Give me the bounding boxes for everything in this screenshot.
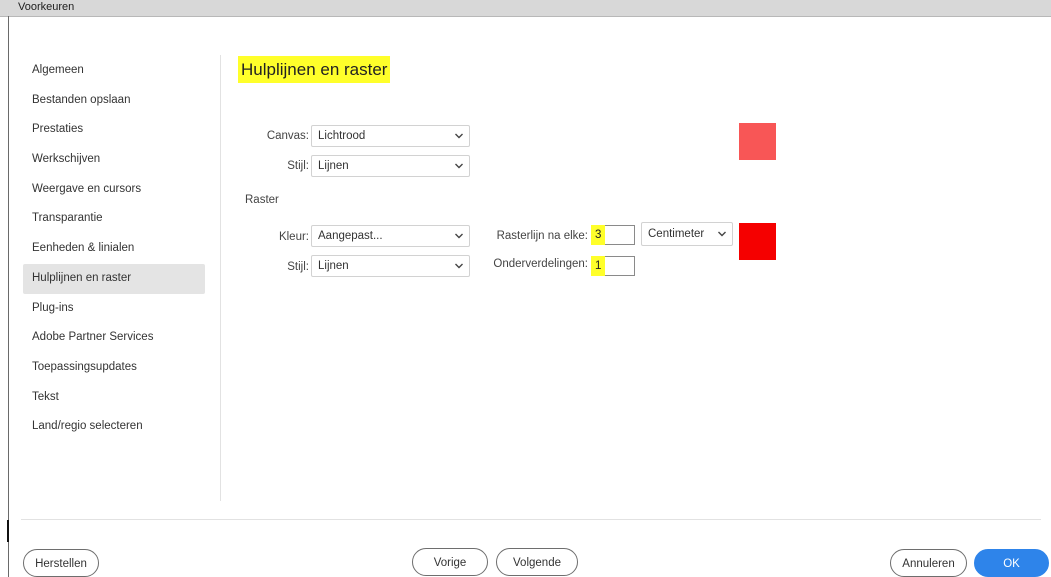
grid-style-label: Stijl: — [287, 261, 309, 273]
sidebar-item-adobe-partner-services[interactable]: Adobe Partner Services — [23, 323, 205, 353]
sidebar-divider — [220, 55, 221, 501]
sidebar-item-bestanden-opslaan[interactable]: Bestanden opslaan — [23, 86, 205, 116]
grid-style-value: Lijnen — [318, 260, 349, 272]
title-bar: Voorkeuren — [0, 0, 1051, 17]
sidebar-item-transparantie[interactable]: Transparantie — [23, 204, 205, 234]
chevron-down-icon — [455, 263, 463, 269]
sidebar-item-toepassingsupdates[interactable]: Toepassingsupdates — [23, 353, 205, 383]
grid-color-swatch[interactable] — [739, 223, 776, 260]
gridline-every-label: Rasterlijn na elke: — [496, 230, 588, 242]
chevron-down-icon — [455, 163, 463, 169]
sidebar-item-plug-ins[interactable]: Plug-ins — [23, 294, 205, 324]
grid-unit-select[interactable]: Centimeter — [641, 222, 733, 246]
sidebar-item-algemeen[interactable]: Algemeen — [23, 56, 205, 86]
cancel-button[interactable]: Annuleren — [890, 549, 967, 577]
window-title: Voorkeuren — [18, 1, 75, 13]
reset-button[interactable]: Herstellen — [23, 549, 99, 577]
gridline-every-input[interactable]: 3 — [591, 225, 635, 245]
page-title: Hulplijnen en raster — [238, 56, 391, 83]
subdivisions-value: 1 — [591, 256, 606, 276]
sidebar-item-land-regio[interactable]: Land/regio selecteren — [23, 412, 205, 442]
sidebar-item-eenheden-linialen[interactable]: Eenheden & linialen — [23, 234, 205, 264]
footer-divider — [21, 519, 1041, 520]
ok-button[interactable]: OK — [974, 549, 1049, 577]
guides-style-label: Stijl: — [287, 160, 309, 172]
grid-color-label: Kleur: — [278, 231, 309, 243]
sidebar-item-hulplijnen-en-raster[interactable]: Hulplijnen en raster — [23, 263, 205, 294]
window-edge-mark — [7, 520, 9, 542]
window-left-edge — [8, 16, 9, 577]
sidebar-item-prestaties[interactable]: Prestaties — [23, 115, 205, 145]
subdivisions-label: Onderverdelingen: — [493, 258, 588, 270]
grid-unit-value: Centimeter — [648, 228, 705, 240]
guides-style-value: Lijnen — [318, 160, 349, 172]
chevron-down-icon — [455, 133, 463, 139]
chevron-down-icon — [718, 231, 726, 237]
subdivisions-input[interactable]: 1 — [591, 256, 635, 276]
canvas-color-swatch[interactable] — [739, 123, 776, 160]
canvas-color-select[interactable]: Lichtrood — [311, 125, 470, 147]
grid-section-label: Raster — [245, 194, 279, 206]
chevron-down-icon — [455, 233, 463, 239]
previous-button[interactable]: Vorige — [412, 548, 488, 576]
grid-color-select[interactable]: Aangepast... — [311, 225, 470, 247]
grid-color-value: Aangepast... — [318, 230, 383, 242]
sidebar-item-weergave-en-cursors[interactable]: Weergave en cursors — [23, 175, 205, 205]
next-button[interactable]: Volgende — [496, 548, 578, 576]
sidebar-item-tekst[interactable]: Tekst — [23, 383, 205, 413]
canvas-color-value: Lichtrood — [318, 130, 366, 142]
canvas-label: Canvas: — [266, 130, 309, 142]
guides-style-select[interactable]: Lijnen — [311, 155, 470, 177]
grid-style-select[interactable]: Lijnen — [311, 255, 470, 277]
gridline-every-value: 3 — [591, 225, 606, 245]
sidebar-item-werkschijven[interactable]: Werkschijven — [23, 145, 205, 175]
sidebar: Algemeen Bestanden opslaan Prestaties We… — [23, 56, 205, 442]
